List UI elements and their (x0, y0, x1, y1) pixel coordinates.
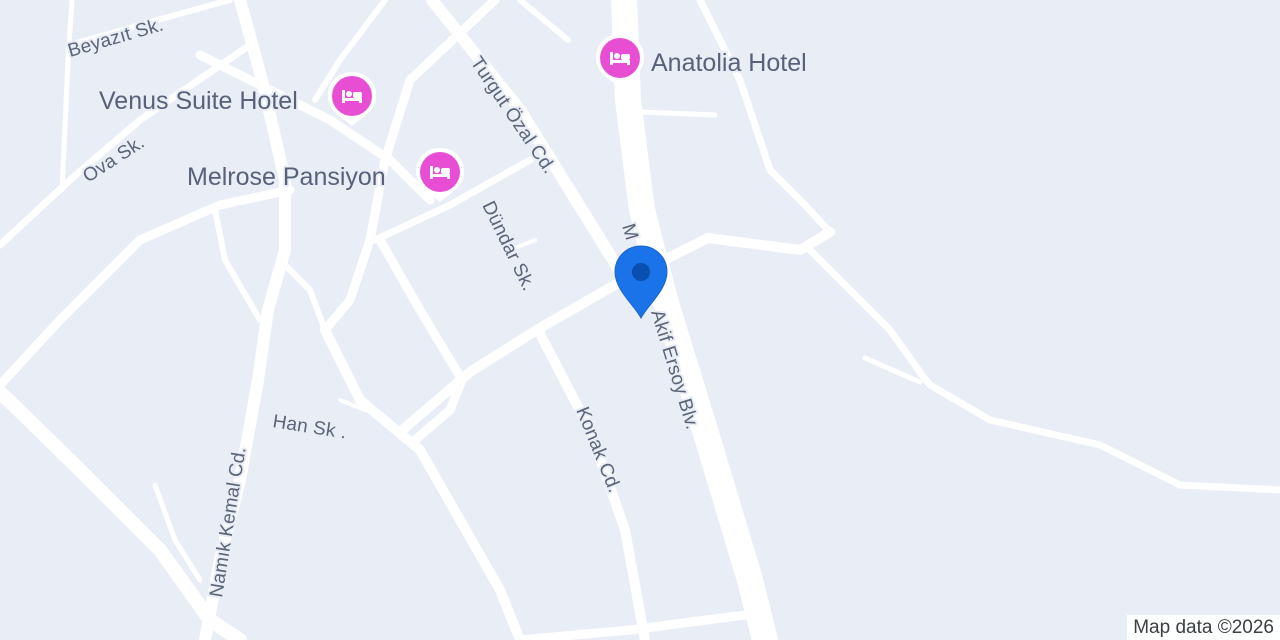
hotel-pin-fill (420, 152, 460, 192)
road-hotel-spur (637, 109, 718, 118)
map-canvas[interactable]: Beyazıt Sk. Ova Sk. Turgut Özal Cd. M Ak… (0, 0, 1280, 640)
map-attribution[interactable]: Map data ©2026 (1127, 615, 1280, 640)
poi-label-melrose-pansiyon[interactable]: Melrose Pansiyon (185, 161, 388, 193)
location-pin-dot (632, 263, 650, 281)
poi-label-anatolia-hotel[interactable]: Anatolia Hotel (649, 47, 809, 79)
poi-label-venus-suite-hotel[interactable]: Venus Suite Hotel (97, 85, 300, 117)
hotel-pin-fill (332, 76, 372, 116)
hotel-pin-fill (600, 38, 640, 78)
